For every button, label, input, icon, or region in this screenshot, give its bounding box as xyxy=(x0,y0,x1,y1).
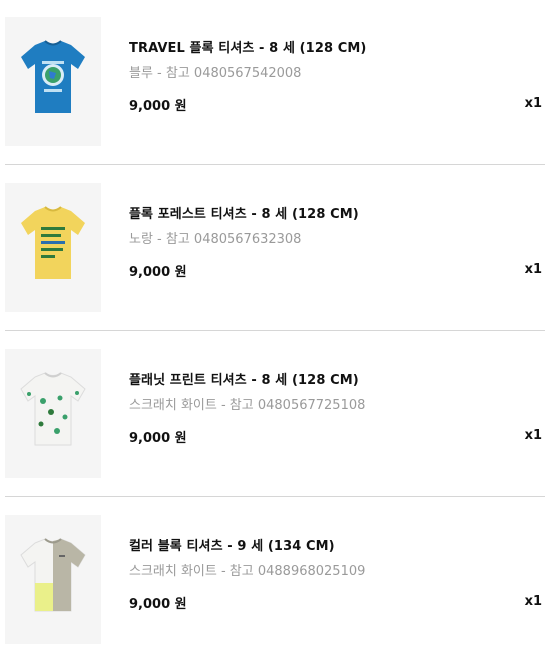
cart-item-list: TRAVEL 플록 티셔츠 - 8 세 (128 CM) 블루 - 참고 048… xyxy=(0,0,556,662)
cart-item: 컬러 블록 티셔츠 - 9 세 (134 CM) 스크래치 화이트 - 참고 0… xyxy=(0,498,556,662)
product-title[interactable]: 컬러 블록 티셔츠 - 9 세 (134 CM) xyxy=(129,535,335,554)
product-price: 9,000 원 xyxy=(129,99,187,114)
yellow-forest-tshirt-image xyxy=(21,206,85,279)
product-image[interactable] xyxy=(5,17,101,146)
product-quantity: x1 xyxy=(524,428,542,443)
product-variant: 스크래치 화이트 - 참고 0480567725108 xyxy=(129,398,366,413)
item-divider xyxy=(5,330,545,331)
cart-item: 플래닛 프린트 티셔츠 - 8 세 (128 CM) 스크래치 화이트 - 참고… xyxy=(0,332,556,498)
white-planet-print-tshirt-image xyxy=(20,372,86,446)
item-divider xyxy=(5,164,545,165)
product-variant: 노랑 - 참고 0480567632308 xyxy=(129,232,302,247)
product-title[interactable]: TRAVEL 플록 티셔츠 - 8 세 (128 CM) xyxy=(129,37,366,56)
product-quantity: x1 xyxy=(524,96,542,111)
product-price: 9,000 원 xyxy=(129,431,187,446)
product-image[interactable] xyxy=(5,515,101,644)
product-quantity: x1 xyxy=(524,262,542,277)
product-variant: 스크래치 화이트 - 참고 0488968025109 xyxy=(129,564,366,579)
cart-item: TRAVEL 플록 티셔츠 - 8 세 (128 CM) 블루 - 참고 048… xyxy=(0,0,556,166)
product-variant: 블루 - 참고 0480567542008 xyxy=(129,66,302,81)
product-title[interactable]: 플록 포레스트 티셔츠 - 8 세 (128 CM) xyxy=(129,203,359,222)
color-block-tshirt-image xyxy=(20,538,86,612)
product-price: 9,000 원 xyxy=(129,265,187,280)
blue-travel-tshirt-image xyxy=(21,40,85,113)
product-price: 9,000 원 xyxy=(129,597,187,612)
cart-item: 플록 포레스트 티셔츠 - 8 세 (128 CM) 노랑 - 참고 04805… xyxy=(0,166,556,332)
item-divider xyxy=(5,496,545,497)
product-image[interactable] xyxy=(5,183,101,312)
product-title[interactable]: 플래닛 프린트 티셔츠 - 8 세 (128 CM) xyxy=(129,369,359,388)
product-quantity: x1 xyxy=(524,594,542,609)
product-image[interactable] xyxy=(5,349,101,478)
